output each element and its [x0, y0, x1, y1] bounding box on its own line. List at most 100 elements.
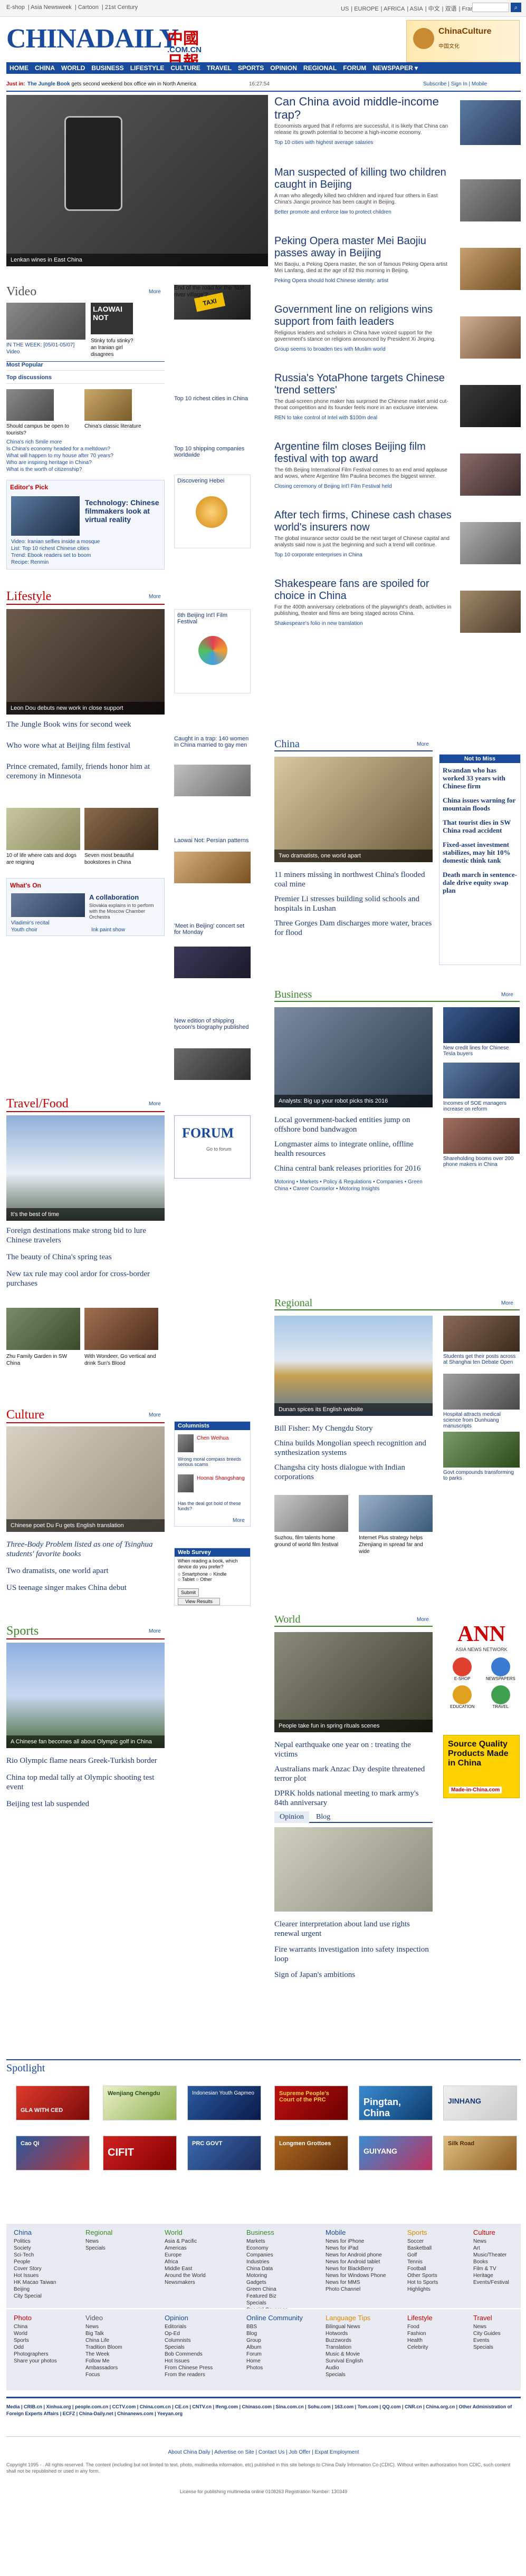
- travel-thumb-caption-1[interactable]: Zhu Family Garden in SW China: [6, 1353, 80, 1367]
- footer-link[interactable]: News: [85, 2323, 122, 2330]
- main-story-link[interactable]: Top 10 corporate enterprises in China: [274, 552, 454, 558]
- mid-thumb-8[interactable]: [174, 947, 251, 978]
- footer-link[interactable]: Around the World: [165, 2272, 206, 2279]
- sports-title[interactable]: Sports: [6, 1624, 39, 1638]
- china-story[interactable]: 11 miners missing in northwest China's f…: [274, 870, 433, 889]
- footer-link[interactable]: Album: [246, 2344, 303, 2351]
- china-story[interactable]: Three Gorges Dam discharges more water, …: [274, 919, 433, 938]
- spotlight-tile[interactable]: GUIYANG: [359, 2136, 433, 2170]
- footer-link[interactable]: Industries: [246, 2259, 288, 2265]
- footer-col-title[interactable]: Language Tips: [326, 2314, 370, 2321]
- edition-link[interactable]: EUROPE: [354, 6, 378, 12]
- not-to-miss-item[interactable]: China issues warning for mountain floods: [443, 796, 517, 812]
- footer-link[interactable]: Asia & Pacific: [165, 2238, 206, 2245]
- culture-title[interactable]: Culture: [6, 1408, 44, 1422]
- whats-on-item[interactable]: Youth choir: [11, 927, 90, 933]
- survey-option[interactable]: Other: [200, 1577, 212, 1582]
- main-story-link[interactable]: Shakespeare's folio in new translation: [274, 620, 454, 627]
- footer-link[interactable]: Featured Biz: [246, 2293, 288, 2300]
- footer-col-title[interactable]: Video: [85, 2314, 122, 2321]
- regional-thumb-2[interactable]: [359, 1495, 433, 1532]
- world-story[interactable]: Australians mark Anzac Day despite threa…: [274, 1764, 433, 1783]
- tab-opinion[interactable]: Opinion: [274, 1811, 309, 1823]
- main-story-headline[interactable]: Government line on religions wins suppor…: [274, 304, 454, 328]
- footer-link[interactable]: Food: [407, 2323, 433, 2330]
- footer-link[interactable]: Football: [407, 2265, 438, 2272]
- business-story[interactable]: China central bank releases priorities f…: [274, 1164, 433, 1173]
- world-story[interactable]: DPRK holds national meeting to mark army…: [274, 1789, 433, 1808]
- search-input[interactable]: [472, 3, 509, 12]
- footer-link[interactable]: City Guides: [473, 2330, 501, 2337]
- top-discussions-title[interactable]: Top discussions: [6, 374, 52, 381]
- world-photo[interactable]: People take fun in spring rituals scenes: [274, 1632, 433, 1732]
- footer-link[interactable]: Buzzwords: [326, 2337, 370, 2344]
- spotlight-tile[interactable]: JINHANG: [443, 2086, 517, 2120]
- nav-regional[interactable]: REGIONAL: [300, 62, 340, 74]
- footer-link[interactable]: Hot to Sports: [407, 2279, 438, 2286]
- ann-icon-item[interactable]: E-SHOP: [446, 1657, 478, 1681]
- footer-link[interactable]: Hotwords: [326, 2330, 370, 2337]
- edition-link[interactable]: 中文: [428, 6, 440, 12]
- nav-business[interactable]: BUSINESS: [88, 62, 127, 74]
- lifestyle-more-link[interactable]: More: [149, 594, 161, 600]
- spotlight-tile[interactable]: Supreme People's Court of the PRC: [274, 2086, 348, 2120]
- footer-link[interactable]: News: [473, 2323, 501, 2330]
- business-story[interactable]: Longmaster aims to integrate online, off…: [274, 1140, 433, 1159]
- footer-link[interactable]: BBS: [246, 2323, 303, 2330]
- lifestyle-story[interactable]: The Jungle Book wins for second week: [6, 720, 165, 729]
- editors-pick-thumb[interactable]: [11, 496, 80, 536]
- spotlight-tile[interactable]: Cao Qi: [16, 2136, 90, 2170]
- whats-on-item[interactable]: Ink paint show: [91, 927, 125, 933]
- footer-link[interactable]: Ambassadors: [85, 2365, 122, 2371]
- survey-option[interactable]: Kindle: [213, 1571, 226, 1577]
- footer-link[interactable]: Editorials: [165, 2323, 213, 2330]
- lifestyle-thumb-caption-1[interactable]: 10 of life where cats and dogs are reign…: [6, 852, 80, 866]
- video-thumb-2[interactable]: LAOWAI NOT: [91, 303, 133, 334]
- regional-story[interactable]: China builds Mongolian speech recognitio…: [274, 1439, 433, 1458]
- editors-pick-headline[interactable]: Technology: Chinese filmmakers look at v…: [85, 498, 161, 524]
- world-story[interactable]: Nepal earthquake one year on : treating …: [274, 1740, 433, 1759]
- footer-link[interactable]: Sci-Tech: [14, 2252, 56, 2259]
- footer-link[interactable]: Cover Story: [14, 2265, 56, 2272]
- lifestyle-photo[interactable]: Leon Dou debuts new work in close suppor…: [6, 609, 165, 715]
- footer-link[interactable]: Columnists: [165, 2337, 213, 2344]
- footer-col-title[interactable]: Opinion: [165, 2314, 213, 2321]
- most-popular-title[interactable]: Most Popular: [6, 362, 43, 368]
- culture-banner-ad[interactable]: ChinaCulture 中国文化: [406, 20, 520, 62]
- mid-item-8[interactable]: 'Meet in Beijing' concert set for Monday: [174, 923, 251, 935]
- edition-link[interactable]: ASIA: [410, 6, 423, 12]
- footer-link[interactable]: Audio: [326, 2365, 370, 2371]
- world-title[interactable]: World: [274, 1614, 301, 1625]
- regional-story[interactable]: Bill Fisher: My Chengdu Story: [274, 1424, 433, 1433]
- main-story-thumb[interactable]: [460, 179, 521, 221]
- footer-link[interactable]: Events/Festival: [473, 2279, 509, 2286]
- nav-sports[interactable]: SPORTS: [235, 62, 267, 74]
- main-story-thumb[interactable]: [460, 248, 521, 290]
- footer-link[interactable]: Specials: [246, 2300, 288, 2307]
- footer-link[interactable]: Specials: [473, 2344, 501, 2351]
- nav-world[interactable]: WORLD: [58, 62, 88, 74]
- travel-thumb-caption-2[interactable]: With Wondeer, Go vertical and drink Sun'…: [84, 1353, 158, 1367]
- main-story-headline[interactable]: After tech firms, Chinese cash chases wo…: [274, 509, 454, 534]
- forum-box[interactable]: FORUM Go to forum: [174, 1115, 251, 1179]
- main-story-headline[interactable]: Russia's YotaPhone targets Chinese 'tren…: [274, 372, 454, 397]
- footer-link[interactable]: Green China: [246, 2286, 288, 2293]
- edition-link[interactable]: US: [341, 6, 349, 12]
- regional-thumb-caption-1[interactable]: Suzhou, film talents home ground of worl…: [274, 1535, 348, 1548]
- discussion-item[interactable]: Who are inspiring heritage in China?: [6, 459, 165, 466]
- footer-link[interactable]: Blog: [246, 2330, 303, 2337]
- footer-link[interactable]: Society: [14, 2245, 56, 2252]
- footer-link[interactable]: Markets: [246, 2238, 288, 2245]
- opinion-cartoon[interactable]: [274, 1827, 433, 1912]
- footer-link[interactable]: Events: [473, 2337, 501, 2344]
- utility-link[interactable]: 21st Century: [105, 4, 138, 11]
- footer-link[interactable]: Specials: [85, 2245, 112, 2252]
- nav-china[interactable]: CHINA: [32, 62, 58, 74]
- footer-link[interactable]: Motoring: [246, 2272, 288, 2279]
- opinion-story[interactable]: Sign of Japan's ambitions: [274, 1970, 433, 1980]
- sports-story[interactable]: China top medal tally at Olympic shootin…: [6, 1773, 165, 1792]
- china-title[interactable]: China: [274, 738, 300, 750]
- mid-bjiff-box[interactable]: 6th Beijing Int'l Film Festival: [174, 609, 251, 693]
- footer-link[interactable]: Heritage: [473, 2272, 509, 2279]
- sports-photo[interactable]: A Chinese fan becomes all about Olympic …: [6, 1643, 165, 1748]
